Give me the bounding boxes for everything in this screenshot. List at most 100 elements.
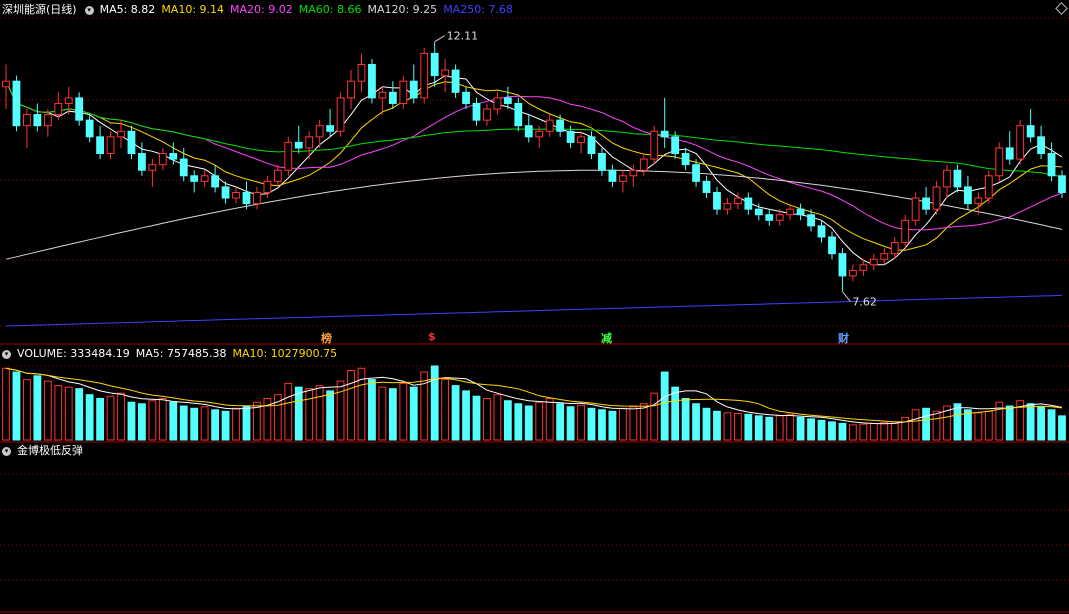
volume-bar (399, 382, 408, 441)
volume-bar (974, 412, 983, 441)
candle-body (984, 175, 993, 199)
candle-body (75, 97, 84, 121)
candle-body (807, 214, 815, 227)
volume-bar (859, 423, 868, 441)
candle-body (869, 258, 878, 266)
volume-bar (744, 413, 753, 441)
candle-body (357, 64, 366, 82)
volume-bar (964, 409, 972, 441)
volume-bar (681, 397, 690, 441)
candle-body (995, 147, 1004, 177)
candle-body (441, 69, 450, 77)
candle-body (932, 186, 941, 210)
volume-bar (409, 386, 418, 441)
candle-body (713, 191, 721, 210)
volume-bar (890, 421, 899, 441)
volume-bar (493, 394, 502, 441)
candle-body (64, 97, 73, 104)
volume-bar (190, 407, 199, 441)
volume-bar (733, 413, 742, 441)
volume-bar (284, 382, 293, 441)
volume-bar (483, 397, 491, 441)
candle-body (388, 91, 397, 104)
volume-bar (692, 403, 700, 441)
candle-body (692, 164, 700, 182)
event-marker[interactable]: $ (428, 330, 436, 343)
candle-body (901, 219, 910, 244)
volume-bar (138, 403, 146, 441)
candle-body (964, 186, 972, 205)
candle-body (253, 191, 261, 205)
event-marker[interactable]: 财 (838, 330, 849, 346)
candle-body (817, 225, 826, 238)
candle-body (503, 97, 512, 104)
volume-bar (566, 406, 575, 441)
candle-body (336, 97, 345, 132)
candle-body (723, 203, 732, 210)
volume-bar (556, 403, 565, 441)
volume-bar (817, 419, 826, 441)
candle-body (483, 108, 491, 121)
ma250-line (5, 294, 1063, 327)
candle-body (96, 136, 104, 155)
candle-body (399, 80, 408, 104)
volume-bar (221, 410, 230, 441)
candle-body (315, 125, 324, 138)
candle-body (33, 114, 42, 127)
candle-body (462, 91, 470, 104)
volume-bar (85, 394, 94, 441)
kline-chart[interactable]: 12.11 7.62 (0, 0, 1069, 614)
volume-bar (315, 385, 324, 441)
candle-body (911, 197, 920, 221)
candle-body (148, 164, 157, 171)
candle-body (1005, 147, 1014, 160)
event-marker[interactable]: 减 (601, 330, 612, 346)
event-marker[interactable]: 榜 (321, 330, 332, 346)
volume-bar (347, 370, 355, 441)
volume-bar (828, 421, 836, 441)
candle-body (733, 197, 742, 205)
candle-body (347, 80, 355, 99)
volume-bar (503, 400, 512, 441)
candle-body (85, 119, 94, 138)
volume-bar (326, 390, 335, 441)
volume-bar (660, 371, 669, 441)
volume-bar (158, 397, 167, 441)
candle-body (838, 253, 847, 277)
volume-bar (922, 407, 930, 441)
candle-body (23, 114, 31, 127)
volume-bar (848, 424, 857, 441)
candle-body (451, 69, 460, 93)
candle-body (326, 125, 335, 132)
candle-body (848, 269, 857, 277)
volume-bar (1047, 409, 1056, 441)
candle-body (775, 214, 784, 221)
volume-bar (2, 367, 10, 441)
candle-body (524, 125, 533, 138)
candle-body (305, 136, 314, 149)
volume-bar (650, 392, 659, 441)
candle-body (232, 191, 240, 199)
candle-body (608, 169, 617, 182)
high-pointer (434, 35, 445, 43)
volume-bar (242, 405, 251, 441)
candle-body (890, 242, 899, 255)
volume-bar (869, 422, 878, 441)
volume-bar (953, 403, 962, 441)
volume-bar (807, 418, 815, 441)
candle-body (493, 97, 502, 110)
volume-bar (336, 380, 345, 441)
candle-body (420, 52, 429, 99)
candle-body (138, 153, 146, 171)
volume-bar (430, 365, 439, 441)
candle-body (2, 80, 10, 88)
candle-body (974, 197, 983, 205)
candle-body (169, 153, 178, 160)
candle-body (535, 130, 544, 138)
candle-body (629, 169, 638, 177)
volume-bar (1005, 405, 1014, 441)
volume-bar (441, 379, 450, 441)
volume-bar (169, 401, 178, 441)
volume-bar (378, 386, 387, 441)
volume-bar (618, 407, 627, 441)
